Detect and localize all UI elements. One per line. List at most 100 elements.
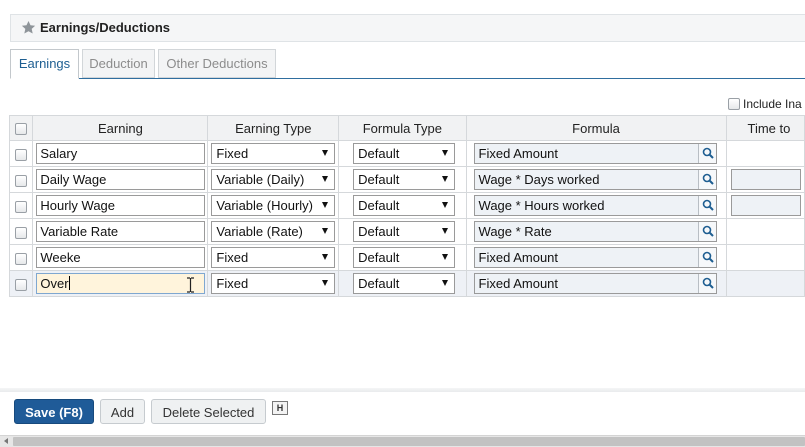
dropdown-arrow-icon (322, 254, 329, 260)
earning-cell: Daily Wage (32, 166, 209, 193)
formula-field[interactable]: Fixed Amount (473, 273, 717, 294)
formula-value: Wage * Rate (478, 224, 552, 239)
earnings-grid: Earning Earning Type Formula Type Formul… (8, 115, 805, 297)
earning-type-select[interactable]: Fixed (211, 273, 336, 294)
formula-type-cell: Default (338, 244, 467, 271)
table-row-editing: Over Fixed Default Fixed Amount (8, 270, 805, 297)
dropdown-arrow-icon (322, 228, 329, 234)
footer-divider (0, 388, 805, 392)
magnifier-lookup-icon[interactable] (697, 170, 716, 189)
earning-name-input[interactable]: Daily Wage (36, 169, 206, 190)
formula-type-value: Default (358, 224, 400, 239)
table-row: Daily Wage Variable (Daily) Default Wage… (8, 166, 805, 193)
panel-header: Earnings/Deductions (10, 14, 805, 42)
include-inactive-checkbox[interactable] (728, 98, 740, 110)
earning-type-select[interactable]: Variable (Rate) (211, 221, 336, 242)
earning-type-value: Fixed (216, 250, 249, 265)
magnifier-lookup-icon[interactable] (697, 222, 716, 241)
earning-name-input[interactable]: Variable Rate (36, 221, 206, 242)
formula-cell: Fixed Amount (465, 270, 727, 297)
earning-name-input[interactable]: Salary (36, 143, 206, 164)
earning-cell: Hourly Wage (32, 192, 209, 219)
formula-field[interactable]: Wage * Hours worked (473, 195, 717, 216)
row-checkbox[interactable] (15, 278, 28, 291)
delete-selected-button[interactable]: Delete Selected (151, 399, 266, 424)
row-select-cell (8, 218, 34, 245)
formula-type-select[interactable]: Default (353, 169, 456, 190)
formula-cell: Wage * Days worked (465, 166, 727, 193)
text-caret (68, 276, 70, 290)
earning-name-input[interactable]: Weeke (36, 247, 206, 268)
grid-header-row: Earning Earning Type Formula Type Formul… (8, 115, 805, 141)
formula-type-select[interactable]: Default (353, 143, 456, 164)
time-cell (725, 270, 805, 297)
table-row: Salary Fixed Default Fixed Amount (8, 140, 805, 167)
scrollbar-thumb[interactable] (13, 437, 805, 446)
formula-type-select[interactable]: Default (353, 273, 456, 294)
formula-type-value: Default (358, 250, 400, 265)
earning-name-input[interactable]: Hourly Wage (36, 195, 206, 216)
time-to-field[interactable] (730, 169, 801, 190)
formula-value: Fixed Amount (478, 250, 559, 265)
formula-value: Fixed Amount (478, 276, 559, 291)
row-checkbox[interactable] (15, 174, 28, 187)
formula-value: Fixed Amount (478, 146, 559, 161)
text-cursor-icon (187, 277, 194, 293)
formula-type-value: Default (358, 198, 400, 213)
formula-type-cell: Default (338, 166, 467, 193)
formula-cell: Wage * Hours worked (465, 192, 727, 219)
earning-cell: Salary (32, 140, 209, 167)
select-all-checkbox[interactable] (15, 123, 28, 136)
row-checkbox[interactable] (15, 200, 28, 213)
magnifier-lookup-icon[interactable] (697, 248, 716, 267)
table-row: Variable Rate Variable (Rate) Default Wa… (8, 218, 805, 245)
earning-type-value: Variable (Rate) (216, 224, 303, 239)
horizontal-scrollbar[interactable] (0, 435, 805, 447)
formula-type-select[interactable]: Default (353, 195, 456, 216)
formula-field[interactable]: Fixed Amount (473, 247, 717, 268)
formula-type-select[interactable]: Default (353, 247, 456, 268)
row-checkbox[interactable] (15, 226, 28, 239)
star-icon[interactable] (21, 20, 36, 35)
dropdown-arrow-icon (442, 150, 449, 156)
dropdown-arrow-icon (322, 150, 329, 156)
column-header-formula-type[interactable]: Formula Type (338, 115, 467, 141)
formula-value: Wage * Days worked (478, 172, 600, 187)
tab-other-deductions[interactable]: Other Deductions (158, 49, 276, 78)
row-checkbox[interactable] (15, 148, 28, 161)
formula-field[interactable]: Wage * Rate (473, 221, 717, 242)
earning-type-select[interactable]: Fixed (211, 143, 336, 164)
magnifier-lookup-icon[interactable] (697, 274, 716, 293)
magnifier-lookup-icon[interactable] (697, 196, 716, 215)
time-to-field[interactable] (730, 195, 801, 216)
formula-type-cell: Default (338, 270, 467, 297)
formula-field[interactable]: Fixed Amount (473, 143, 717, 164)
row-checkbox[interactable] (15, 252, 28, 265)
magnifier-lookup-icon[interactable] (697, 144, 716, 163)
formula-field[interactable]: Wage * Days worked (473, 169, 717, 190)
include-inactive-label: Include Ina (743, 97, 802, 111)
row-select-cell (8, 140, 34, 167)
earning-type-select[interactable]: Fixed (211, 247, 336, 268)
tab-deduction[interactable]: Deduction (82, 49, 155, 78)
earning-type-select[interactable]: Variable (Daily) (211, 169, 336, 190)
scroll-left-icon[interactable] (4, 438, 8, 444)
earning-type-select[interactable]: Variable (Hourly) (211, 195, 336, 216)
earning-name-input-active[interactable]: Over (36, 273, 206, 294)
column-header-earning[interactable]: Earning (32, 115, 209, 141)
column-header-formula[interactable]: Formula (465, 115, 727, 141)
column-header-time[interactable]: Time to (725, 115, 805, 141)
include-inactive-option[interactable]: Include Ina (728, 97, 802, 111)
formula-cell: Fixed Amount (465, 140, 727, 167)
tab-earnings[interactable]: Earnings (10, 49, 79, 79)
save-button[interactable]: Save (F8) (14, 399, 94, 424)
time-cell (725, 140, 805, 167)
select-all-cell (8, 115, 34, 141)
earning-type-value: Variable (Daily) (216, 172, 305, 187)
column-header-earning-type[interactable]: Earning Type (207, 115, 340, 141)
dropdown-arrow-icon (322, 176, 329, 182)
earning-type-value: Fixed (216, 146, 249, 161)
earning-type-value: Variable (Hourly) (216, 198, 313, 213)
formula-type-select[interactable]: Default (353, 221, 456, 242)
add-button[interactable]: Add (100, 399, 145, 424)
